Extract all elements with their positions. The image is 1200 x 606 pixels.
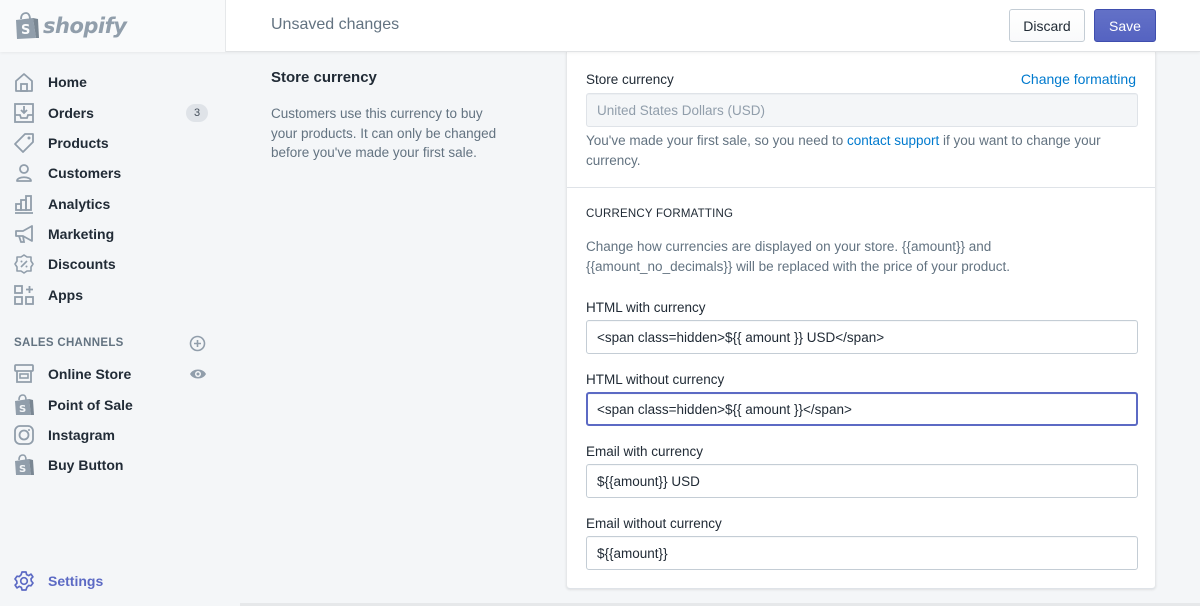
sidebar-item-label: Point of Sale bbox=[48, 397, 133, 413]
add-sales-channel-icon[interactable] bbox=[189, 335, 206, 352]
email-with-currency-label: Email with currency bbox=[586, 444, 704, 459]
top-bar: S shopify Unsaved changes Discard Save bbox=[0, 0, 1200, 52]
instagram-icon bbox=[14, 425, 34, 445]
html-without-currency-label: HTML without currency bbox=[586, 372, 725, 387]
brand-name: shopify bbox=[43, 14, 127, 38]
shopify-bag-icon: S bbox=[15, 394, 34, 415]
html-without-currency-input[interactable] bbox=[586, 392, 1138, 426]
save-button[interactable]: Save bbox=[1094, 9, 1156, 42]
sidebar-item-buy-button[interactable]: S Buy Button bbox=[0, 450, 240, 480]
svg-text:S: S bbox=[19, 464, 26, 475]
card-divider bbox=[567, 187, 1155, 188]
orders-icon bbox=[14, 103, 34, 123]
sidebar-item-instagram[interactable]: Instagram bbox=[0, 420, 240, 450]
email-with-currency-input[interactable] bbox=[586, 464, 1138, 498]
currency-help-text: You've made your first sale, so you need… bbox=[586, 131, 1126, 170]
sidebar-item-orders[interactable]: Orders 3 bbox=[0, 98, 240, 128]
apps-icon bbox=[14, 285, 34, 305]
sidebar-item-label: Discounts bbox=[48, 256, 116, 272]
store-currency-label: Store currency bbox=[586, 72, 674, 87]
sidebar-item-label: Products bbox=[48, 135, 109, 151]
sidebar-item-home[interactable]: Home bbox=[0, 67, 240, 97]
email-without-currency-label: Email without currency bbox=[586, 516, 722, 531]
sidebar-item-label: Settings bbox=[48, 573, 104, 589]
sidebar-item-label: Marketing bbox=[48, 226, 115, 242]
sidebar-item-products[interactable]: Products bbox=[0, 128, 240, 158]
tag-icon bbox=[14, 133, 34, 153]
sidebar-item-label: Customers bbox=[48, 165, 122, 181]
sidebar-item-discounts[interactable]: Discounts bbox=[0, 249, 240, 279]
storefront-icon bbox=[14, 364, 34, 383]
megaphone-icon bbox=[15, 225, 33, 243]
sidebar-item-point-of-sale[interactable]: S Point of Sale bbox=[0, 390, 240, 420]
home-icon bbox=[15, 73, 33, 92]
svg-text:S: S bbox=[19, 404, 26, 415]
logo[interactable]: S shopify bbox=[0, 0, 226, 52]
orders-count-badge: 3 bbox=[186, 104, 208, 122]
sidebar-item-marketing[interactable]: Marketing bbox=[0, 219, 240, 249]
discount-icon bbox=[14, 254, 34, 274]
contact-support-link[interactable]: contact support bbox=[847, 133, 939, 148]
eye-icon[interactable] bbox=[189, 367, 207, 381]
currency-formatting-description: Change how currencies are displayed on y… bbox=[586, 239, 1011, 274]
discard-button[interactable]: Discard bbox=[1009, 9, 1085, 42]
sidebar-item-analytics[interactable]: Analytics bbox=[0, 189, 240, 219]
sidebar-item-online-store[interactable]: Online Store bbox=[0, 359, 240, 389]
sidebar-item-label: Instagram bbox=[48, 427, 115, 443]
sidebar-item-label: Online Store bbox=[48, 366, 132, 382]
sales-channels-heading: SALES CHANNELS bbox=[14, 337, 124, 349]
store-currency-field: United States Dollars (USD) bbox=[586, 93, 1138, 127]
sidebar-item-settings[interactable]: Settings bbox=[0, 566, 240, 596]
help-prefix: You've made your first sale, so you need… bbox=[586, 133, 847, 148]
sidebar-item-label: Orders bbox=[48, 105, 94, 121]
section-title: Store currency bbox=[271, 69, 377, 86]
person-icon bbox=[16, 164, 32, 182]
change-formatting-link[interactable]: Change formatting bbox=[1021, 71, 1136, 87]
sidebar-item-label: Apps bbox=[48, 287, 83, 303]
sidebar-item-customers[interactable]: Customers bbox=[0, 158, 240, 188]
bar-chart-icon bbox=[15, 195, 33, 214]
gear-icon bbox=[14, 571, 34, 591]
shopify-bag-icon: S bbox=[15, 454, 34, 475]
sidebar-item-apps[interactable]: Apps bbox=[0, 280, 240, 310]
section-description: Customers use this currency to buy your … bbox=[271, 106, 497, 160]
sidebar-item-label: Home bbox=[48, 74, 87, 90]
sidebar-item-label: Analytics bbox=[48, 196, 111, 212]
html-with-currency-label: HTML with currency bbox=[586, 300, 706, 315]
sidebar-item-label: Buy Button bbox=[48, 457, 124, 473]
shopify-bag-icon: S bbox=[16, 12, 39, 39]
html-with-currency-input[interactable] bbox=[586, 320, 1138, 354]
email-without-currency-input[interactable] bbox=[586, 536, 1138, 570]
currency-formatting-heading: CURRENCY FORMATTING bbox=[586, 208, 734, 220]
unsaved-changes-title: Unsaved changes bbox=[271, 16, 400, 33]
sidebar: Home Orders 3 Products Customers Analyti… bbox=[0, 52, 240, 606]
svg-text:S: S bbox=[21, 23, 30, 38]
currency-card: Store currency Change formatting United … bbox=[566, 52, 1156, 589]
